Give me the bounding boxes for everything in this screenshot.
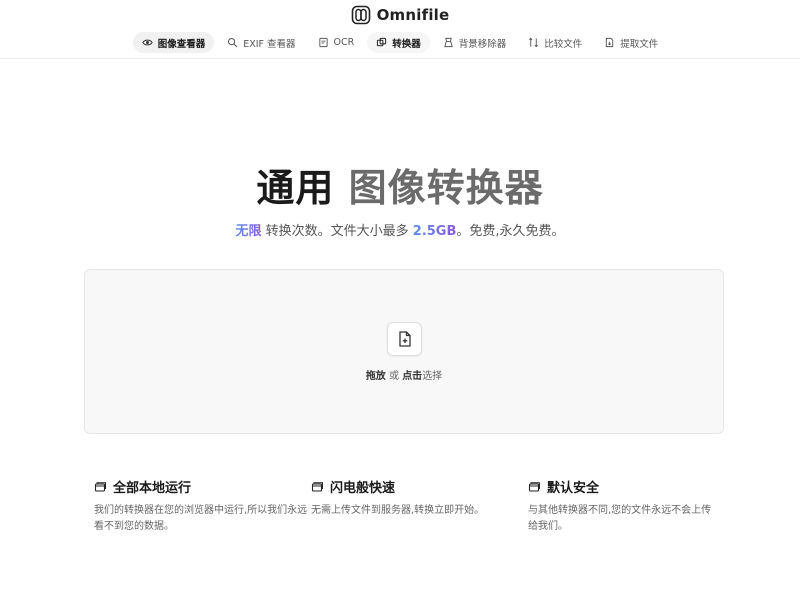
- nav-item-compare-files[interactable]: 比较文件: [519, 32, 591, 53]
- nav-item-ocr[interactable]: OCR: [309, 32, 364, 53]
- feature-local: 全部本地运行 我们的转换器在您的浏览器中运行,所以我们永远看不到您的数据。: [94, 477, 314, 535]
- feature-title: 全部本地运行: [94, 477, 314, 496]
- subtitle-file-size: 2.5GB: [412, 224, 457, 239]
- feature-description: 我们的转换器在您的浏览器中运行,所以我们永远看不到您的数据。: [94, 505, 308, 532]
- upload-button[interactable]: [387, 322, 422, 356]
- nav-item-label: 背景移除器: [458, 38, 507, 50]
- nav-item-label: 提取文件: [620, 38, 659, 50]
- page-subtitle: 无限 转换次数。文件大小最多 2.5GB。免费,永久免费。: [0, 220, 800, 239]
- page-title: 通用 图像转换器: [0, 157, 800, 212]
- feature-secure: 默认安全 与其他转换器不同,您的文件永远不会上传给我们。: [528, 477, 718, 535]
- omnifile-logo-icon: [351, 5, 371, 25]
- search-icon: [228, 37, 238, 48]
- subtitle-text: 转换次数。文件大小最多: [265, 224, 409, 239]
- feature-fast: 闪电般快速 无需上传文件到服务器,转换立即开始。: [311, 477, 511, 519]
- main-nav: 图像查看器 EXIF 查看器 OCR 转换器 背景移除器 比较文件 提取文件: [0, 32, 800, 53]
- eye-icon: [142, 39, 153, 46]
- nav-item-image-viewer[interactable]: 图像查看器: [132, 32, 215, 53]
- drop-text-select: 选择: [422, 371, 443, 382]
- window-icon: [311, 481, 323, 492]
- window-icon: [94, 481, 106, 492]
- nav-item-label: 转换器: [392, 38, 421, 50]
- nav-item-converter[interactable]: 转换器: [367, 32, 430, 53]
- window-icon: [528, 481, 540, 492]
- app-header: Omnifile 图像查看器 EXIF 查看器 OCR 转换器 背景移除器 比较…: [0, 2, 800, 59]
- feature-description: 无需上传文件到服务器,转换立即开始。: [311, 505, 485, 516]
- subtitle-end: 。免费,永久免费。: [456, 224, 565, 239]
- drop-text-drag: 拖放: [365, 371, 386, 382]
- feature-title-text: 闪电般快速: [330, 481, 396, 496]
- feature-title-text: 默认安全: [547, 481, 600, 496]
- brand[interactable]: Omnifile: [0, 2, 800, 28]
- nav-item-label: OCR: [333, 37, 355, 48]
- file-plus-icon: [398, 331, 411, 347]
- nav-item-exif-viewer[interactable]: EXIF 查看器: [218, 32, 304, 53]
- file-dropzone[interactable]: 拖放 或 点击选择: [84, 269, 724, 434]
- copy-convert-icon: [377, 37, 387, 47]
- compare-arrows-icon: [529, 37, 539, 48]
- brand-name: Omnifile: [376, 6, 450, 24]
- nav-item-extract-files[interactable]: 提取文件: [595, 32, 667, 53]
- page-title-strong: 通用: [256, 166, 335, 210]
- feature-title: 默认安全: [528, 477, 718, 496]
- feature-title-text: 全部本地运行: [113, 481, 192, 496]
- brush-icon: [443, 37, 453, 48]
- subtitle-highlight: 无限: [235, 224, 262, 239]
- page-title-muted: 图像转换器: [348, 166, 544, 210]
- feature-title: 闪电般快速: [311, 477, 511, 496]
- nav-item-background-remover[interactable]: 背景移除器: [434, 32, 516, 53]
- nav-item-label: 图像查看器: [157, 38, 206, 50]
- document-text-icon: [318, 37, 328, 48]
- drop-text-click: 点击: [402, 371, 423, 382]
- feature-description: 与其他转换器不同,您的文件永远不会上传给我们。: [528, 505, 712, 532]
- drop-text-or: 或: [389, 371, 399, 382]
- dropzone-instructions: 拖放 或 点击选择: [85, 367, 723, 382]
- file-extract-icon: [606, 37, 614, 48]
- nav-item-label: EXIF 查看器: [243, 38, 296, 50]
- nav-item-label: 比较文件: [544, 38, 583, 50]
